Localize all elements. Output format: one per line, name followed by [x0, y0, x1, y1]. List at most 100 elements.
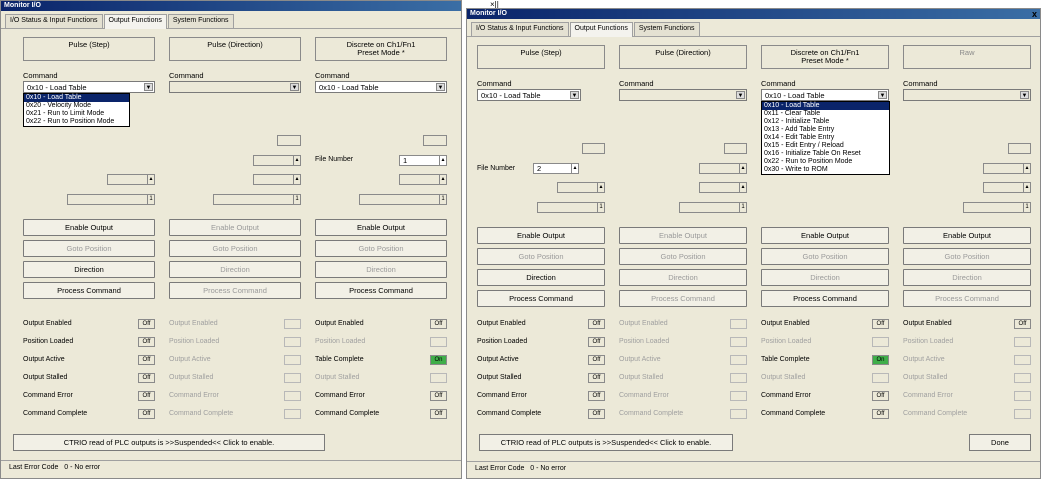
chevron-down-icon[interactable]: ▼ — [736, 91, 745, 99]
done-button[interactable]: Done — [969, 434, 1031, 451]
value-field[interactable]: 1 — [679, 202, 747, 213]
direction-button[interactable]: Direction — [761, 269, 889, 286]
goto-position-button[interactable]: Goto Position — [619, 248, 747, 265]
chevron-down-icon[interactable]: ▼ — [1020, 91, 1029, 99]
tab-system-functions[interactable]: System Functions — [633, 22, 700, 36]
tab-io-status[interactable]: I/O Status & Input Functions — [5, 14, 103, 28]
process-command-button[interactable]: Process Command — [477, 290, 605, 307]
value-field[interactable] — [582, 143, 605, 154]
command-dropdown[interactable]: 0x10 - Load Table ▼ 0x10 - Load Table 0x… — [23, 81, 155, 127]
list-item[interactable]: 0x21 - Run to Limit Mode — [24, 110, 129, 118]
last-error-label: Last Error Code — [9, 464, 59, 471]
value-field[interactable]: 1 — [963, 202, 1031, 213]
list-item[interactable]: 0x14 - Edit Table Entry — [762, 134, 889, 142]
goto-position-button[interactable]: Goto Position — [477, 248, 605, 265]
enable-ctrio-read-button[interactable]: CTRIO read of PLC outputs is >>Suspended… — [479, 434, 733, 451]
tab-output-functions[interactable]: Output Functions — [103, 14, 167, 29]
process-command-button[interactable]: Process Command — [903, 290, 1031, 307]
file-number-input[interactable]: 2 ▴ — [533, 163, 579, 174]
value-field[interactable]: ▴ — [699, 182, 747, 193]
value-field[interactable]: ▴ — [557, 182, 605, 193]
close-icon[interactable]: x — [1032, 9, 1037, 19]
value-field[interactable]: ▴ — [399, 174, 447, 185]
value-field[interactable]: 1 — [213, 194, 301, 205]
status-indicator — [730, 319, 747, 329]
process-command-button[interactable]: Process Command — [761, 290, 889, 307]
tab-io-status[interactable]: I/O Status & Input Functions — [471, 22, 569, 36]
tab-system-functions[interactable]: System Functions — [167, 14, 234, 28]
list-item[interactable]: 0x13 - Add Table Entry — [762, 126, 889, 134]
enable-ctrio-read-button[interactable]: CTRIO read of PLC outputs is >>Suspended… — [13, 434, 325, 451]
enable-output-button[interactable]: Enable Output — [315, 219, 447, 236]
enable-output-button[interactable]: Enable Output — [169, 219, 301, 236]
status-label: Command Error — [23, 392, 73, 399]
command-dropdown[interactable]: 0x10 - Load Table ▼ — [315, 81, 447, 93]
chevron-down-icon[interactable]: ▼ — [436, 83, 445, 91]
tab-output-functions[interactable]: Output Functions — [569, 22, 633, 37]
direction-button[interactable]: Direction — [619, 269, 747, 286]
value-field[interactable]: ▴ — [253, 174, 301, 185]
value-field[interactable]: 1 — [67, 194, 155, 205]
value-field[interactable]: ▴ — [699, 163, 747, 174]
direction-button[interactable]: Direction — [23, 261, 155, 278]
direction-button[interactable]: Direction — [903, 269, 1031, 286]
value-field[interactable]: ▴ — [983, 163, 1031, 174]
enable-output-button[interactable]: Enable Output — [23, 219, 155, 236]
direction-button[interactable]: Direction — [169, 261, 301, 278]
process-command-button[interactable]: Process Command — [23, 282, 155, 299]
list-item[interactable]: 0x12 - Initialize Table — [762, 118, 889, 126]
goto-position-button[interactable]: Goto Position — [903, 248, 1031, 265]
command-dropdown[interactable]: 0x10 - Load Table ▼ 0x10 - Load Table 0x… — [761, 89, 890, 175]
command-dropdown[interactable]: ▼ — [903, 89, 1031, 101]
list-item[interactable]: 0x20 - Velocity Mode — [24, 102, 129, 110]
chevron-down-icon[interactable]: ▼ — [570, 91, 579, 99]
command-dropdown[interactable]: 0x10 - Load Table ▼ — [477, 89, 581, 101]
value-field[interactable]: ▴ — [253, 155, 301, 166]
enable-output-button[interactable]: Enable Output — [903, 227, 1031, 244]
list-item[interactable]: 0x11 - Clear Table — [762, 110, 889, 118]
command-dropdown[interactable]: ▼ — [169, 81, 301, 93]
enable-output-button[interactable]: Enable Output — [761, 227, 889, 244]
value-field[interactable]: ▴ — [983, 182, 1031, 193]
chevron-down-icon[interactable]: ▼ — [878, 91, 887, 99]
status-indicator: Off — [430, 319, 447, 329]
enable-output-button[interactable]: Enable Output — [477, 227, 605, 244]
status-label: Command Complete — [477, 410, 542, 417]
enable-output-button[interactable]: Enable Output — [619, 227, 747, 244]
file-number-input[interactable]: 1 ▴ — [399, 155, 447, 166]
goto-position-button[interactable]: Goto Position — [761, 248, 889, 265]
status-label: Output Enabled — [619, 320, 668, 327]
file-number-value: 1 — [403, 156, 408, 165]
goto-position-button[interactable]: Goto Position — [315, 240, 447, 257]
status-label: Position Loaded — [761, 338, 812, 345]
list-item[interactable]: 0x10 - Load Table — [24, 94, 129, 102]
window-title: Monitor I/O — [1, 1, 461, 11]
status-label: Position Loaded — [477, 338, 528, 345]
value-field[interactable]: 1 — [537, 202, 605, 213]
goto-position-button[interactable]: Goto Position — [169, 240, 301, 257]
process-command-button[interactable]: Process Command — [619, 290, 747, 307]
list-item[interactable]: 0x15 - Edit Entry / Reload — [762, 142, 889, 150]
status-area: Output Enabled Position Loaded Output Ac… — [1, 319, 461, 429]
list-item[interactable]: 0x16 - Initialize Table On Reset — [762, 150, 889, 158]
direction-button[interactable]: Direction — [315, 261, 447, 278]
status-label: Output Active — [169, 356, 211, 363]
command-dropdown[interactable]: ▼ — [619, 89, 747, 101]
value-field[interactable]: 1 — [359, 194, 447, 205]
chevron-down-icon[interactable]: ▼ — [290, 83, 299, 91]
chevron-down-icon[interactable]: ▼ — [144, 83, 153, 91]
list-item[interactable]: 0x22 - Run to Position Mode — [24, 118, 129, 126]
list-item[interactable]: 0x10 - Load Table — [762, 102, 889, 110]
value-field[interactable] — [277, 135, 301, 146]
value-field[interactable] — [423, 135, 447, 146]
process-command-button[interactable]: Process Command — [315, 282, 447, 299]
value-field[interactable] — [724, 143, 747, 154]
status-label: Output Enabled — [315, 320, 364, 327]
list-item[interactable]: 0x30 - Write to ROM — [762, 166, 889, 174]
direction-button[interactable]: Direction — [477, 269, 605, 286]
process-command-button[interactable]: Process Command — [169, 282, 301, 299]
list-item[interactable]: 0x22 - Run to Position Mode — [762, 158, 889, 166]
value-field[interactable]: ▴ — [107, 174, 155, 185]
value-field[interactable] — [1008, 143, 1031, 154]
goto-position-button[interactable]: Goto Position — [23, 240, 155, 257]
